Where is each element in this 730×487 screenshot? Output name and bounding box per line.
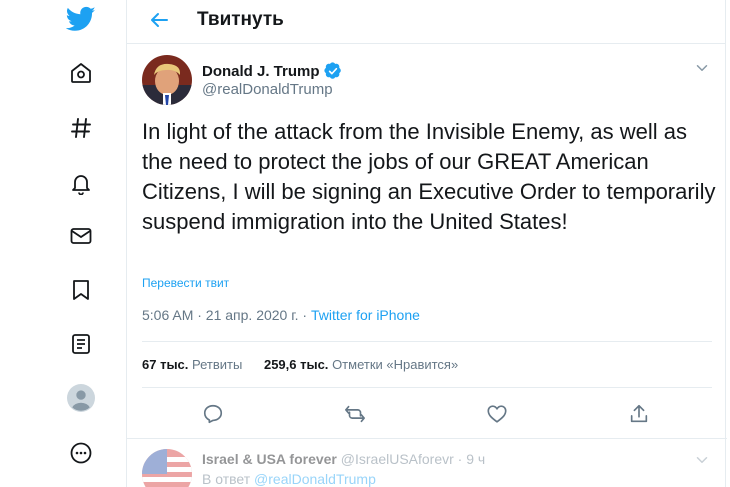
retweets-stat[interactable]: 67 тыс. Ретвиты (142, 357, 242, 372)
like-heart-icon[interactable] (486, 403, 508, 425)
divider (142, 341, 712, 342)
tweet-text: In light of the attack from the Invisibl… (142, 119, 716, 234)
tweet-source-link[interactable]: Twitter for iPhone (311, 307, 420, 323)
author-name[interactable]: Donald J. Trump (202, 62, 342, 80)
bookmark-icon[interactable] (64, 273, 98, 307)
likes-stat[interactable]: 259,6 тыс. Отметки «Нравится» (264, 357, 458, 372)
bell-icon[interactable] (64, 166, 98, 200)
main-column: Твитнуть Donald J. Trump @realDonaldTrum… (126, 0, 727, 487)
tweet-timestamp: 5:06 AM · 21 апр. 2020 г. · Twitter for … (142, 307, 420, 323)
share-icon[interactable] (628, 403, 650, 425)
chevron-down-icon[interactable] (693, 451, 711, 469)
author-name-text[interactable]: Donald J. Trump (202, 63, 320, 80)
reply-avatar[interactable] (142, 449, 192, 487)
retweets-label: Ретвиты (192, 357, 243, 372)
translate-tweet-link[interactable]: Перевести твит (142, 276, 229, 290)
retweets-count: 67 тыс. (142, 357, 189, 372)
reply-header: Israel & USA forever @IsraelUSAforevr · … (202, 451, 485, 467)
retweet-icon[interactable] (344, 403, 366, 425)
reply-time: · 9 ч (453, 451, 486, 467)
reply-author-name[interactable]: Israel & USA forever (202, 451, 337, 467)
page-title: Твитнуть (197, 9, 284, 30)
timestamp-text[interactable]: 5:06 AM · 21 апр. 2020 г. · (142, 307, 311, 323)
tweet-stats: 67 тыс. Ретвиты 259,6 тыс. Отметки «Нрав… (142, 357, 476, 372)
profile-icon[interactable] (64, 381, 98, 415)
reply-author-handle[interactable]: @IsraelUSAforevr (341, 451, 454, 467)
divider (142, 387, 712, 388)
likes-label: Отметки «Нравится» (332, 357, 459, 372)
hashtag-icon[interactable] (64, 111, 98, 145)
page-header: Твитнуть (127, 0, 725, 44)
list-icon[interactable] (64, 327, 98, 361)
sidebar (0, 0, 126, 487)
verified-badge-icon (323, 62, 341, 79)
envelope-icon[interactable] (64, 219, 98, 253)
more-icon[interactable] (64, 436, 98, 470)
chevron-down-icon[interactable] (693, 59, 711, 77)
author-handle[interactable]: @realDonaldTrump (202, 81, 333, 98)
reply-tweet[interactable]: Israel & USA forever @IsraelUSAforevr · … (127, 439, 727, 487)
reply-to-prefix: В ответ (202, 471, 255, 487)
avatar[interactable] (142, 55, 192, 105)
back-arrow-icon[interactable] (147, 8, 171, 32)
home-icon[interactable] (64, 56, 98, 90)
twitter-logo-icon[interactable] (64, 2, 98, 36)
likes-count: 259,6 тыс. (263, 357, 329, 372)
reply-to-line: В ответ @realDonaldTrump (202, 471, 376, 487)
reply-icon[interactable] (202, 403, 224, 425)
reply-to-link[interactable]: @realDonaldTrump (254, 471, 376, 487)
